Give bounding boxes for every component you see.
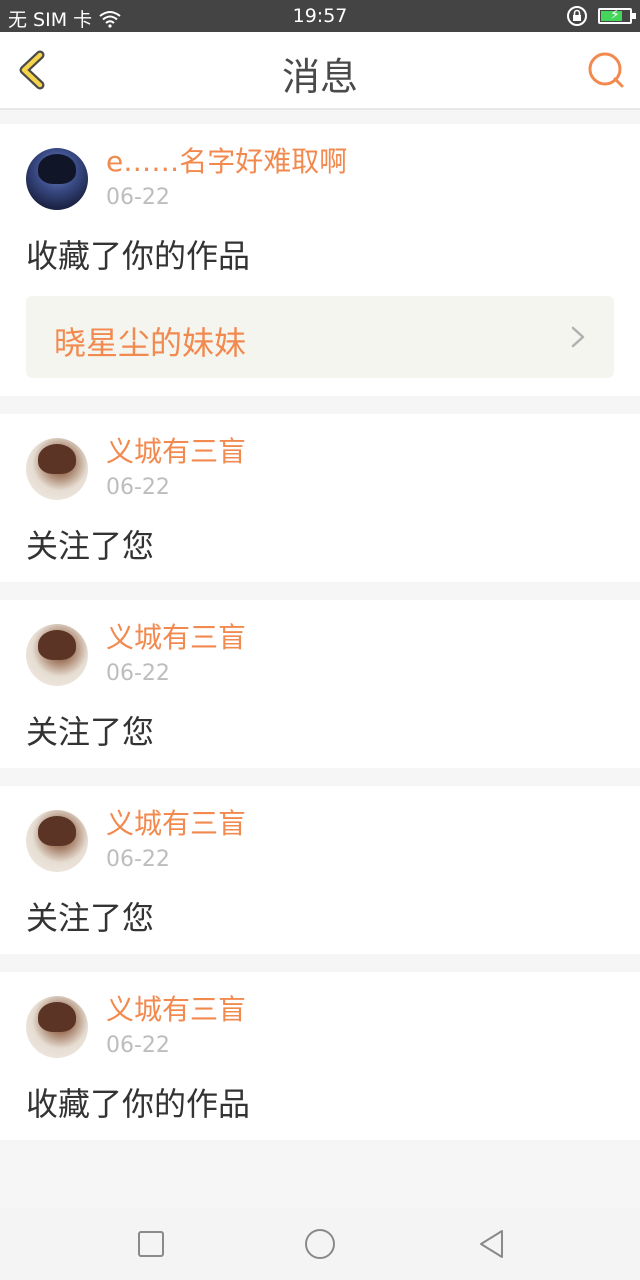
message-card[interactable]: e……名字好难取啊 06-22 收藏了你的作品 晓星尘的妹妹: [0, 124, 640, 396]
avatar[interactable]: [26, 996, 88, 1058]
message-card[interactable]: 义城有三盲 06-22 关注了您: [0, 786, 640, 954]
message-action-text: 收藏了你的作品: [26, 1085, 251, 1123]
message-date: 06-22: [106, 185, 170, 210]
avatar[interactable]: [26, 810, 88, 872]
message-user-row: 义城有三盲 06-22: [26, 436, 614, 502]
avatar[interactable]: [26, 624, 88, 686]
charging-bolt-icon: ⚡: [610, 7, 620, 23]
status-right: ⚡: [566, 5, 636, 27]
username-link[interactable]: 义城有三盲: [106, 808, 246, 840]
orientation-lock-icon: [567, 6, 587, 26]
message-user-row: e……名字好难取啊 06-22: [26, 146, 614, 212]
username-link[interactable]: 义城有三盲: [106, 622, 246, 654]
username-link[interactable]: e……名字好难取啊: [106, 146, 347, 178]
page-title: 消息: [281, 55, 358, 99]
message-list: e……名字好难取啊 06-22 收藏了你的作品 晓星尘的妹妹 义城有三盲 06-…: [0, 124, 640, 1158]
search-icon[interactable]: [586, 50, 626, 90]
battery-charging-icon: ⚡: [598, 7, 636, 24]
message-date: 06-22: [106, 661, 170, 686]
message-meta: 义城有三盲 06-22: [106, 622, 246, 688]
message-action-text: 收藏了你的作品: [26, 237, 251, 275]
home-icon[interactable]: [304, 1228, 336, 1260]
message-meta: 义城有三盲 06-22: [106, 436, 246, 502]
back-icon[interactable]: [476, 1228, 508, 1260]
message-meta: 义城有三盲 06-22: [106, 994, 246, 1060]
status-time: 19:57: [292, 5, 348, 27]
message-date: 06-22: [106, 1033, 170, 1058]
message-user-row: 义城有三盲 06-22: [26, 622, 614, 688]
message-date: 06-22: [106, 475, 170, 500]
status-bar: 无 SIM 卡 19:57 ⚡: [0, 0, 640, 32]
chevron-right-icon: [571, 326, 585, 348]
message-action-text: 关注了您: [26, 527, 155, 565]
message-user-row: 义城有三盲 06-22: [26, 994, 614, 1060]
avatar[interactable]: [26, 148, 88, 210]
app-header: 消息: [0, 32, 640, 110]
username-link[interactable]: 义城有三盲: [106, 994, 246, 1026]
message-card[interactable]: 义城有三盲 06-22 关注了您: [0, 414, 640, 582]
message-date: 06-22: [106, 847, 170, 872]
message-meta: e……名字好难取啊 06-22: [106, 146, 347, 212]
work-link[interactable]: 晓星尘的妹妹: [26, 296, 614, 378]
message-meta: 义城有三盲 06-22: [106, 808, 246, 874]
system-nav-bar: [0, 1208, 640, 1280]
message-user-row: 义城有三盲 06-22: [26, 808, 614, 874]
message-card[interactable]: 义城有三盲 06-22 关注了您: [0, 600, 640, 768]
work-title: 晓星尘的妹妹: [54, 324, 247, 362]
message-action-text: 关注了您: [26, 713, 155, 751]
username-link[interactable]: 义城有三盲: [106, 436, 246, 468]
recent-apps-icon[interactable]: [135, 1228, 167, 1260]
message-action-text: 关注了您: [26, 899, 155, 937]
avatar[interactable]: [26, 438, 88, 500]
message-card[interactable]: 义城有三盲 06-22 收藏了你的作品: [0, 972, 640, 1140]
